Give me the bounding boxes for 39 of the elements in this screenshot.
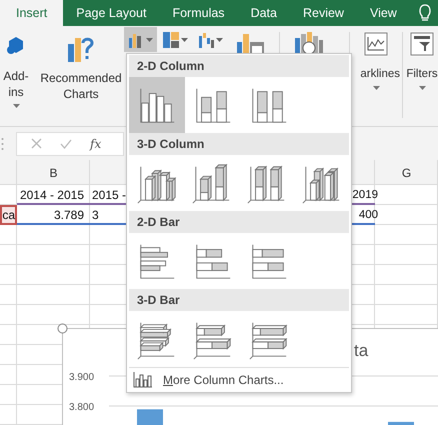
sparkline-icon (364, 32, 388, 56)
resize-handle[interactable] (57, 323, 68, 334)
ribbon-tab[interactable]: Data (238, 0, 290, 26)
ribbon-tab[interactable]: View (356, 0, 410, 26)
filters-button[interactable]: Filters (405, 26, 438, 92)
section-header: 2-D Bar (129, 211, 349, 233)
recommended-charts-button[interactable]: Recommended Charts (38, 26, 124, 104)
column-header[interactable]: G (402, 166, 412, 180)
lightbulb-icon[interactable] (418, 4, 432, 22)
filter-icon (410, 32, 434, 56)
add-ins-button[interactable]: Add- ins (0, 26, 36, 110)
grip-icon[interactable] (1, 136, 4, 150)
cube-icon (7, 34, 25, 56)
chart-type-option[interactable] (129, 77, 185, 133)
axis-tick-label: 3.900 (69, 372, 94, 383)
section-header: 3-D Bar (129, 289, 349, 311)
table-cell: ca (0, 205, 17, 225)
table-cell: 2014 - 2015 (17, 185, 90, 205)
column-chart-button[interactable] (124, 27, 157, 52)
check-icon[interactable] (60, 138, 72, 148)
section-header: 3-D Column (129, 133, 349, 155)
axis-tick-label: 3.800 (69, 402, 94, 413)
ribbon-tab[interactable]: Review (290, 0, 357, 26)
section-header: 2-D Column (129, 55, 349, 77)
insert-function-button[interactable]: fx (90, 136, 102, 150)
column-header[interactable]: B (49, 166, 58, 180)
column-chart-icon (133, 372, 153, 388)
waterfall-chart-icon (198, 32, 214, 48)
chart-title: ta (354, 341, 368, 360)
treemap-icon (163, 32, 179, 48)
chart-bar (388, 422, 414, 425)
table-cell: 3.789 (17, 205, 90, 225)
ribbon-tab[interactable]: Insert (0, 0, 64, 26)
ribbon-tab[interactable]: Page Layout (63, 0, 160, 26)
column-chart-icon (128, 32, 144, 48)
more-charts-link[interactable]: More Column Charts... (129, 367, 349, 392)
ribbon-tab[interactable]: Formulas (159, 0, 238, 26)
sparklines-button[interactable]: arklines (352, 26, 400, 92)
chart-bar (137, 409, 163, 425)
